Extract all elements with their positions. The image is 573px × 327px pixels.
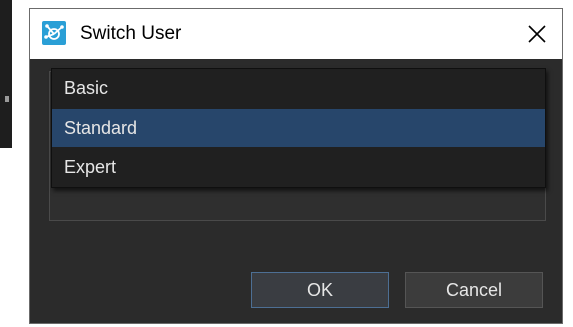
ok-button[interactable]: OK — [251, 272, 389, 308]
dialog-content: Basic Standard Expert OK Cancel — [30, 59, 562, 323]
dropdown-option-standard[interactable]: Standard — [52, 109, 545, 147]
switch-user-app-icon — [42, 21, 66, 45]
title-bar: Switch User — [30, 9, 562, 59]
background-window-edge — [0, 0, 12, 148]
background-mark — [5, 96, 9, 102]
close-icon — [528, 25, 546, 43]
cancel-button[interactable]: Cancel — [405, 272, 543, 308]
dropdown-option-basic[interactable]: Basic — [52, 69, 545, 107]
dialog-title: Switch User — [80, 23, 182, 44]
user-level-dropdown-list[interactable]: Basic Standard Expert — [51, 68, 546, 188]
background-desktop — [0, 148, 12, 327]
dropdown-option-expert[interactable]: Expert — [52, 148, 545, 186]
close-button[interactable] — [522, 19, 552, 49]
switch-user-dialog: Switch User Basic Standard Expert OK Can… — [29, 8, 563, 324]
